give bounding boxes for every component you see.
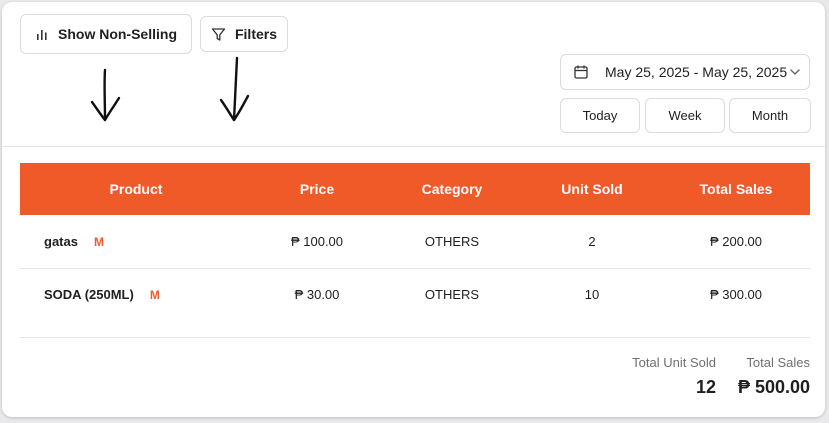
table-row[interactable]: gatas M ₱ 100.00 OTHERS 2 ₱ 200.00	[20, 215, 810, 268]
total-sales-cell: ₱ 200.00	[709, 233, 763, 249]
total-unit-sold-value: 12	[695, 377, 716, 397]
show-non-selling-button[interactable]: Show Non-Selling	[20, 14, 192, 54]
filter-icon	[211, 27, 226, 42]
total-unit-sold-summary: Total Unit Sold 12	[632, 355, 716, 398]
product-badge: M	[149, 288, 160, 303]
column-header-total-sales[interactable]: Total Sales	[662, 163, 810, 215]
table-row[interactable]: SODA (250ML) M ₱ 30.00 OTHERS 10 ₱ 300.00	[20, 268, 810, 321]
total-sales-label: Total Sales	[746, 355, 810, 370]
product-badge: M	[93, 234, 104, 249]
product-name: SODA (250ML)	[44, 287, 134, 303]
total-sales-summary: Total Sales ₱ 500.00	[738, 355, 810, 398]
column-header-category[interactable]: Category	[382, 163, 522, 215]
week-button[interactable]: Week	[645, 98, 725, 133]
column-header-product[interactable]: Product	[20, 163, 252, 215]
product-cell: gatas M	[20, 215, 252, 268]
total-sales-cell: ₱ 300.00	[709, 287, 763, 303]
price-cell: ₱ 100.00	[290, 233, 344, 249]
today-button[interactable]: Today	[560, 98, 640, 133]
unit-sold-cell: 10	[584, 287, 600, 303]
table-header-row: Product Price Category Unit Sold Total S…	[20, 163, 810, 215]
chevron-down-icon	[789, 66, 801, 78]
filters-label: Filters	[234, 26, 277, 42]
product-cell: SODA (250ML) M	[20, 268, 252, 321]
month-button[interactable]: Month	[729, 98, 811, 133]
product-name: gatas	[44, 233, 78, 249]
filters-button[interactable]: Filters	[200, 16, 288, 52]
show-non-selling-label: Show Non-Selling	[58, 26, 177, 42]
down-arrow-annotation-icon	[90, 68, 121, 122]
totals-divider	[20, 337, 810, 338]
section-divider	[2, 146, 825, 147]
products-table: Product Price Category Unit Sold Total S…	[20, 163, 810, 321]
unit-sold-cell: 2	[588, 233, 596, 249]
calendar-icon	[573, 64, 589, 80]
down-arrow-annotation-icon	[219, 56, 250, 122]
date-range-value: May 25, 2025 - May 25, 2025	[605, 64, 788, 80]
date-range-picker[interactable]: May 25, 2025 - May 25, 2025	[560, 54, 810, 90]
column-header-unit-sold[interactable]: Unit Sold	[522, 163, 662, 215]
price-cell: ₱ 30.00	[294, 287, 340, 303]
column-header-price[interactable]: Price	[252, 163, 382, 215]
category-cell: OTHERS	[424, 287, 480, 303]
category-cell: OTHERS	[424, 233, 480, 249]
sales-report-card: Show Non-Selling Filters May 25, 2025 - …	[2, 2, 825, 417]
bar-chart-icon	[35, 27, 49, 41]
total-sales-value: ₱ 500.00	[737, 377, 810, 397]
total-unit-sold-label: Total Unit Sold	[632, 355, 716, 370]
